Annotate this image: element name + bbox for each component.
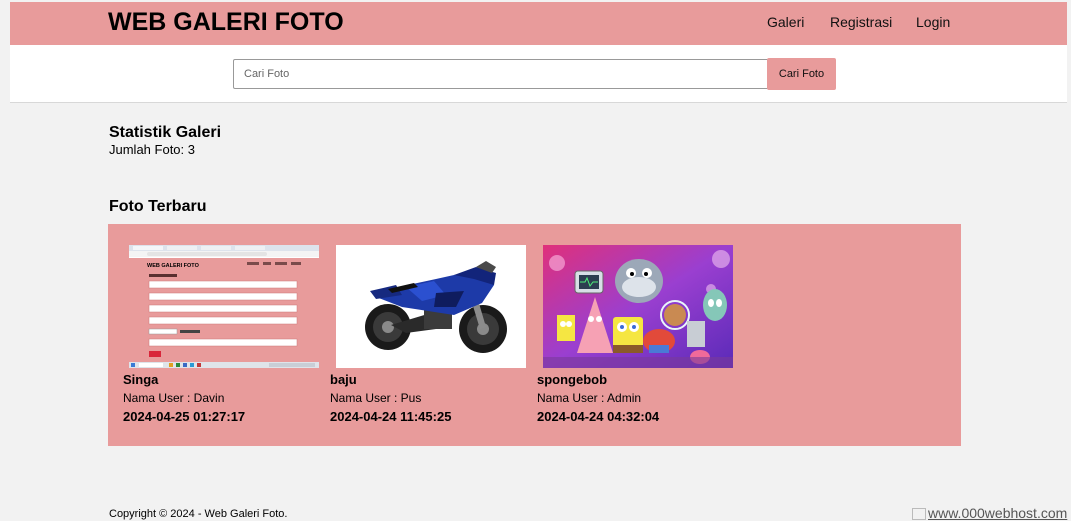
nav-link-login[interactable]: Login <box>916 14 950 30</box>
photo-card[interactable]: WEB GALERI FOTO Singa Nama User: Davin … <box>123 245 319 425</box>
host-badge-text: www.000webhost.com <box>928 505 1068 521</box>
photo-thumbnail-spongebob[interactable] <box>543 245 733 368</box>
photo-user: Nama User : Davin <box>123 391 225 405</box>
screenshot-image: WEB GALERI FOTO <box>129 245 319 368</box>
host-badge-link[interactable]: www.000webhost.com <box>912 505 1067 521</box>
search-button[interactable]: Cari Foto <box>767 58 836 90</box>
photo-gallery: WEB GALERI FOTO Singa Nama User: Davin … <box>108 224 961 446</box>
photo-date: 2024-04-24 11:45:25 <box>330 409 452 424</box>
nav-link-registrasi[interactable]: Registrasi <box>830 14 892 30</box>
search-input[interactable] <box>233 59 771 89</box>
photo-card[interactable]: baju Nama User : Pus 2024-04-24 11:45:25 <box>330 245 526 425</box>
photo-date: 2024-04-24 04:32:04 <box>537 409 660 424</box>
latest-photos-title: Foto Terbaru <box>109 198 207 215</box>
stats-title: Statistik Galeri <box>109 124 222 141</box>
thumb-brand: WEB GALERI FOTO <box>147 263 200 269</box>
photo-card[interactable]: spongebob Nama User : Admin 2024-04-24 0… <box>537 245 733 425</box>
photo-count: Jumlah Foto: 3 <box>109 142 195 157</box>
search-bar: Cari Foto <box>10 45 1067 103</box>
broken-image-icon <box>912 508 926 520</box>
photo-user: Nama User : Admin <box>537 391 642 405</box>
photo-title[interactable]: spongebob <box>537 372 733 388</box>
brand-title[interactable]: WEB GALERI FOTO <box>108 7 344 37</box>
nav-link-galeri[interactable]: Galeri <box>767 14 804 30</box>
photo-title[interactable]: Singa <box>123 372 319 388</box>
navbar: WEB GALERI FOTO Galeri Registrasi Login <box>10 2 1067 45</box>
copyright-text: Copyright © 2024 - Web Galeri Foto. <box>109 508 288 520</box>
motorcycle-image <box>336 245 526 368</box>
photo-date: 2024-04-25 01:27:17 <box>123 409 246 424</box>
photo-title[interactable]: baju <box>330 372 526 388</box>
spongebob-image <box>543 245 733 368</box>
photo-thumbnail-motorcycle[interactable] <box>336 245 526 368</box>
photo-thumbnail-screenshot[interactable]: WEB GALERI FOTO <box>129 245 319 368</box>
photo-user: Nama User : Pus <box>330 391 422 405</box>
